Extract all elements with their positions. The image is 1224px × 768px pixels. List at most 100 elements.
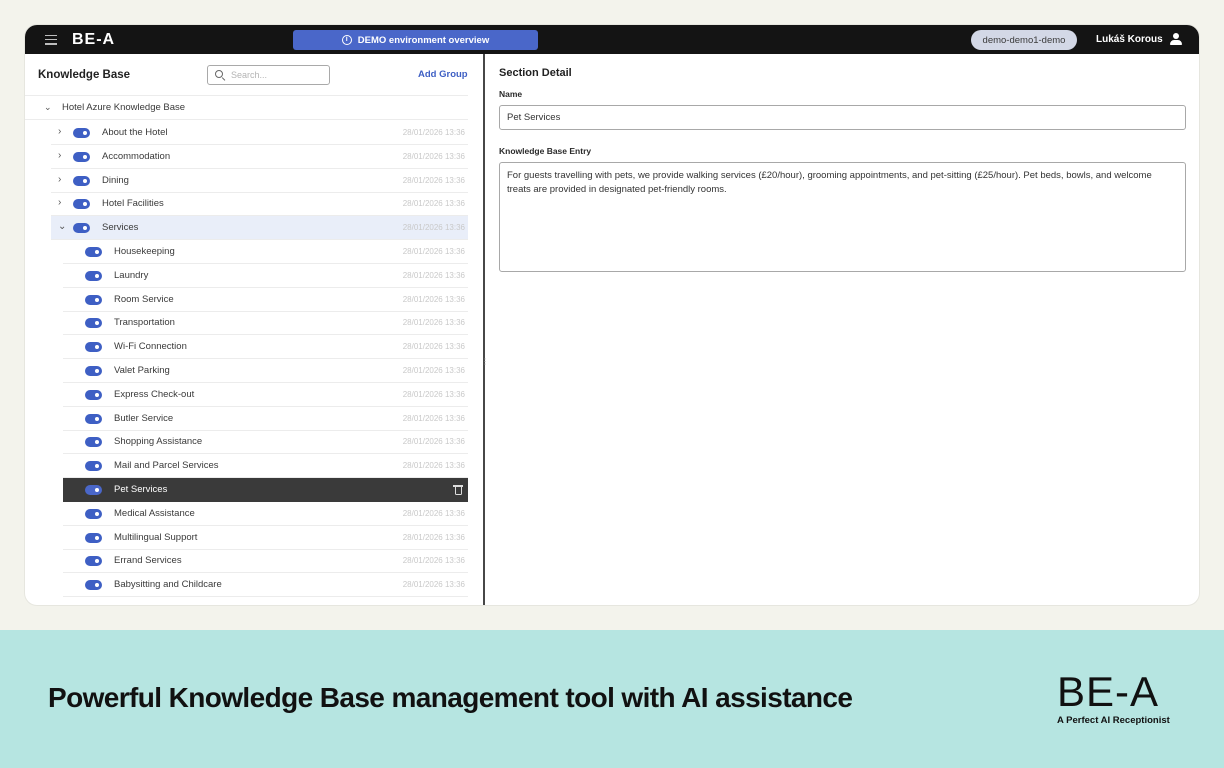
add-group-button[interactable]: Add Group — [418, 69, 468, 80]
tree-root[interactable]: ⌄ Hotel Azure Knowledge Base — [25, 96, 468, 120]
entry-label: Knowledge Base Entry — [499, 146, 592, 156]
tree-item-row[interactable]: Valet Parking 28/01/2026 13:36 — [63, 359, 468, 383]
promo-band: Powerful Knowledge Base management tool … — [0, 630, 1224, 768]
tree-item-label: Pet Services — [114, 484, 168, 495]
tree-item-row[interactable]: Express Check-out 28/01/2026 13:36 — [63, 383, 468, 407]
enabled-toggle[interactable] — [85, 294, 102, 305]
updated-date: 28/01/2026 13:36 — [402, 294, 465, 304]
updated-date: 28/01/2026 13:36 — [402, 389, 465, 399]
brand-logo: BE-A — [1057, 668, 1160, 715]
tree-item-row[interactable]: Wi-Fi Connection 28/01/2026 13:36 — [63, 335, 468, 360]
updated-date: 28/01/2026 13:36 — [402, 270, 465, 280]
user-icon[interactable] — [1170, 33, 1182, 46]
updated-date: 28/01/2026 13:36 — [402, 247, 465, 256]
updated-date: 28/01/2026 13:36 — [402, 175, 465, 185]
tree-group-row[interactable]: ⌄ Services 28/01/2026 13:36 — [51, 216, 468, 241]
updated-date: 28/01/2026 13:36 — [402, 508, 465, 518]
updated-date: 28/01/2026 13:36 — [402, 151, 465, 161]
app-window: BE-A i DEMO environment overview demo-de… — [25, 25, 1199, 605]
tree-item-label: Services — [102, 222, 139, 234]
tree-item-row[interactable]: Pet Services — [63, 478, 468, 502]
updated-date: 28/01/2026 13:36 — [402, 580, 465, 590]
tree-item-row[interactable]: Room Service 28/01/2026 13:36 — [63, 288, 468, 312]
enabled-toggle[interactable] — [85, 461, 102, 472]
enabled-toggle[interactable] — [73, 151, 90, 162]
tree-item-label: Room Service — [114, 293, 174, 305]
tree-item-label: Shopping Assistance — [114, 436, 203, 448]
tree-item-label: About the Hotel — [102, 127, 168, 138]
tree-item-row[interactable]: Laundry 28/01/2026 13:36 — [63, 264, 468, 288]
enabled-toggle[interactable] — [85, 437, 102, 448]
tree-item-row[interactable]: Housekeeping 28/01/2026 13:36 — [63, 240, 468, 264]
updated-date: 28/01/2026 13:36 — [402, 223, 465, 233]
updated-date: 28/01/2026 13:36 — [402, 366, 465, 375]
enabled-toggle[interactable] — [85, 247, 102, 257]
name-label: Name — [499, 89, 523, 99]
enabled-toggle[interactable] — [85, 389, 102, 400]
tree-group-row[interactable]: › Accommodation 28/01/2026 13:36 — [51, 145, 468, 169]
tree-group-row[interactable]: › Hotel Facilities 28/01/2026 13:36 — [51, 192, 468, 217]
enabled-toggle[interactable] — [85, 366, 102, 376]
enabled-toggle[interactable] — [85, 485, 102, 495]
knowledge-base-entry-textarea[interactable]: For guests travelling with pets, we prov… — [499, 162, 1186, 272]
enabled-toggle[interactable] — [73, 128, 90, 138]
tree-item-label: Dining — [102, 174, 129, 186]
search-input[interactable] — [231, 70, 316, 80]
enabled-toggle[interactable] — [85, 270, 102, 281]
enabled-toggle[interactable] — [85, 580, 102, 591]
search-icon — [215, 70, 226, 82]
tree-item-row[interactable]: Shopping Assistance 28/01/2026 13:36 — [63, 430, 468, 455]
tree-item-row[interactable]: Multilingual Support 28/01/2026 13:36 — [63, 526, 468, 550]
tree-item-label: Mail and Parcel Services — [114, 460, 219, 472]
menu-icon[interactable] — [45, 34, 57, 45]
tree-item-label: Transportation — [114, 317, 175, 329]
updated-date: 28/01/2026 13:36 — [402, 413, 465, 423]
tree-group-row[interactable]: › Dining 28/01/2026 13:36 — [51, 169, 468, 193]
updated-date: 28/01/2026 13:36 — [402, 532, 465, 542]
chevron-down-icon[interactable]: ⌄ — [58, 221, 66, 232]
tree-item-row[interactable]: Medical Assistance 28/01/2026 13:36 — [63, 502, 468, 526]
enabled-toggle[interactable] — [73, 223, 90, 234]
tree-item-row[interactable]: Errand Services 28/01/2026 13:36 — [63, 549, 468, 574]
tree-item-label: Errand Services — [114, 555, 182, 567]
tree-item-row[interactable]: Transportation 28/01/2026 13:36 — [63, 311, 468, 336]
tree-item-label: Accommodation — [102, 150, 171, 162]
tree-item-row[interactable]: Mail and Parcel Services 28/01/2026 13:36 — [63, 454, 468, 479]
enabled-toggle[interactable] — [85, 318, 102, 329]
tree-root-label: Hotel Azure Knowledge Base — [62, 102, 186, 113]
enabled-toggle[interactable] — [85, 556, 102, 567]
demo-environment-button[interactable]: i DEMO environment overview — [293, 30, 538, 50]
knowledge-base-panel: Knowledge Base Add Group ⌄ Hotel Azure K… — [25, 54, 483, 605]
search-field[interactable] — [207, 65, 330, 85]
panel-title: Knowledge Base — [38, 69, 131, 81]
section-detail-panel: Section Detail Name Knowledge Base Entry… — [485, 54, 1199, 605]
tree-item-row[interactable]: Butler Service 28/01/2026 13:36 — [63, 407, 468, 431]
enabled-toggle[interactable] — [85, 532, 102, 543]
demo-banner-label: DEMO environment overview — [357, 34, 490, 46]
chevron-right-icon[interactable]: › — [58, 150, 61, 161]
updated-date: 28/01/2026 13:36 — [402, 556, 465, 566]
updated-date: 28/01/2026 13:36 — [402, 342, 465, 352]
section-detail-title: Section Detail — [499, 67, 572, 79]
enabled-toggle[interactable] — [73, 199, 90, 210]
name-input[interactable] — [499, 105, 1186, 130]
panel-header: Knowledge Base Add Group — [25, 54, 468, 96]
trash-icon[interactable] — [453, 484, 463, 496]
tree-item-label: Wi-Fi Connection — [114, 341, 187, 353]
updated-date: 28/01/2026 13:36 — [402, 199, 465, 209]
chevron-right-icon[interactable]: › — [58, 174, 61, 185]
chevron-right-icon[interactable]: › — [58, 197, 61, 208]
tree-item-row[interactable]: Babysitting and Childcare 28/01/2026 13:3… — [63, 573, 468, 598]
enabled-toggle[interactable] — [73, 175, 90, 186]
environment-selector[interactable]: demo-demo1-demo — [971, 30, 1077, 50]
tree-group-row[interactable]: › About the Hotel 28/01/2026 13:36 — [51, 121, 468, 145]
chevron-down-icon[interactable]: ⌄ — [44, 102, 52, 113]
tree-item-label: Laundry — [114, 269, 149, 281]
enabled-toggle[interactable] — [85, 342, 102, 353]
updated-date: 28/01/2026 13:36 — [402, 318, 465, 328]
tree-item-label: Butler Service — [114, 412, 174, 424]
enabled-toggle[interactable] — [85, 413, 102, 424]
chevron-right-icon[interactable]: › — [58, 126, 61, 137]
enabled-toggle[interactable] — [85, 508, 102, 519]
updated-date: 28/01/2026 13:36 — [402, 128, 465, 137]
